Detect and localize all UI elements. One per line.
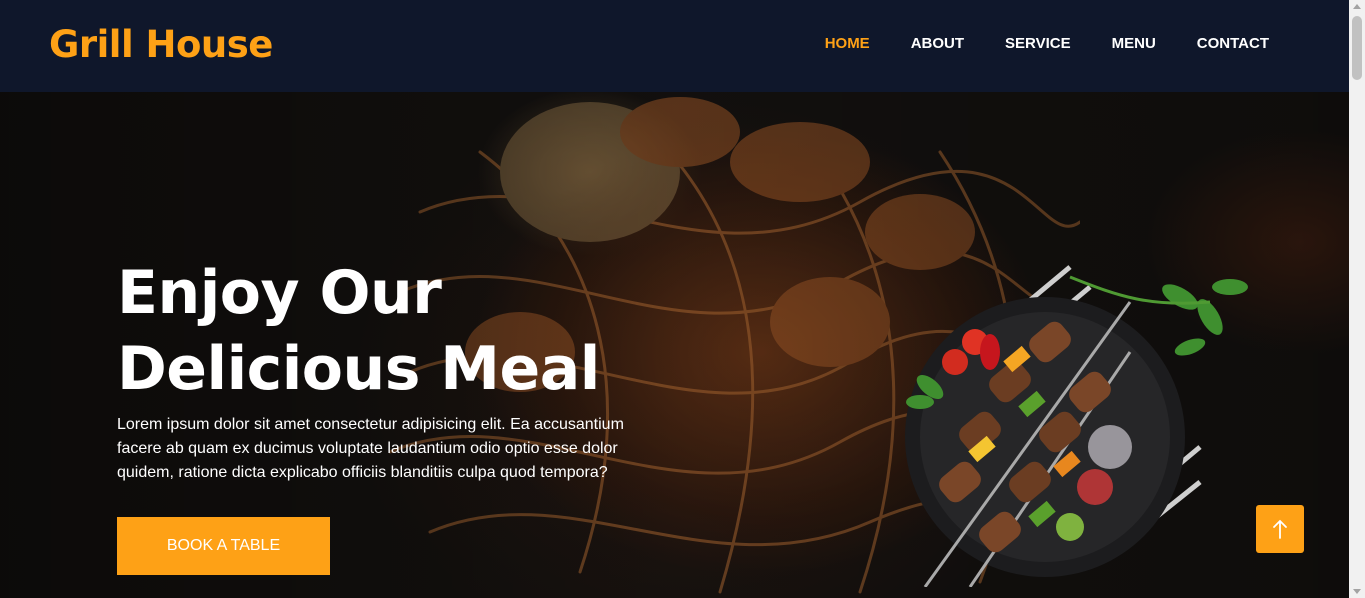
main-nav: HOME ABOUT SERVICE MENU CONTACT xyxy=(784,34,1269,54)
nav-item-menu[interactable]: MENU xyxy=(1112,34,1156,54)
book-a-table-button[interactable]: BOOK A TABLE xyxy=(117,517,330,575)
arrow-up-icon xyxy=(1273,519,1287,539)
page-scrollbar[interactable] xyxy=(1349,0,1365,598)
brand-logo[interactable]: Grill House xyxy=(49,22,273,68)
hero-description: Lorem ipsum dolor sit amet consectetur a… xyxy=(117,416,624,481)
nav-item-contact[interactable]: CONTACT xyxy=(1197,34,1269,54)
scrollbar-thumb[interactable] xyxy=(1352,16,1362,80)
navbar: Grill House HOME ABOUT SERVICE MENU CONT… xyxy=(0,0,1349,92)
scroll-down-icon[interactable] xyxy=(1353,589,1361,594)
back-to-top-button[interactable] xyxy=(1256,505,1304,553)
scroll-up-icon[interactable] xyxy=(1353,4,1361,9)
kebab-plate-image xyxy=(905,265,1248,587)
nav-item-service[interactable]: SERVICE xyxy=(1005,34,1071,54)
nav-item-about[interactable]: ABOUT xyxy=(911,34,964,54)
nav-item-home[interactable]: HOME xyxy=(825,34,870,54)
hero-title-line2: Delicious Meal xyxy=(117,334,600,404)
hero-section: Enjoy Our Delicious Meal Lorem ipsum dol… xyxy=(0,92,1349,598)
hero-title-line1: Enjoy Our xyxy=(117,258,442,328)
hero-title: Enjoy Our Delicious Meal xyxy=(117,255,637,407)
